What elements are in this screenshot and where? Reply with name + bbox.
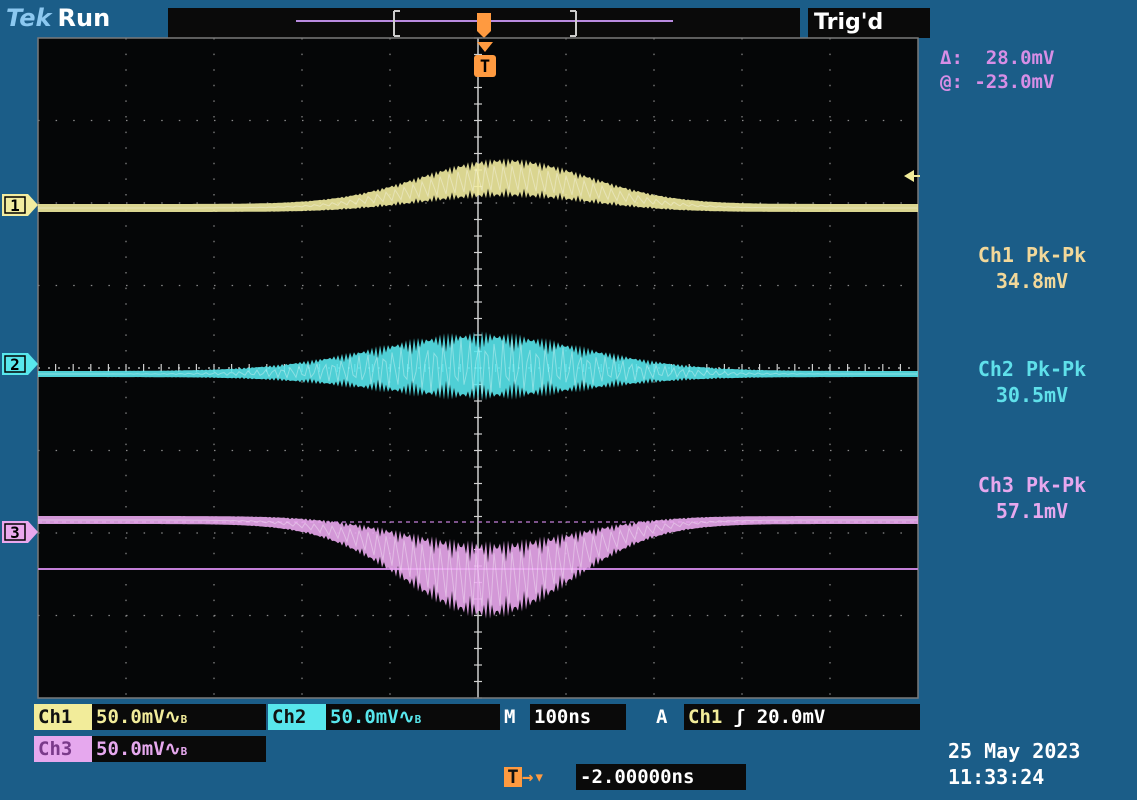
timebase-label: M xyxy=(504,706,516,728)
measurement-ch2[interactable]: Ch2 Pk-Pk 30.5mV xyxy=(932,356,1132,408)
ch3-scale-value: 50.0mV xyxy=(96,738,165,760)
horizontal-position-value[interactable]: -2.00000ns xyxy=(576,764,746,790)
rising-edge-icon: ʃ xyxy=(733,706,746,728)
ch3-scale[interactable]: 50.0mV∿B xyxy=(92,736,266,762)
ch1-scale-value: 50.0mV xyxy=(96,706,165,728)
measurement-value: 30.5mV xyxy=(995,383,1069,407)
channel-marker-label: 2 xyxy=(10,355,20,374)
measurement-value: 34.8mV xyxy=(995,269,1069,293)
readout-panel: Δ: 28.0mV @: -23.0mV Ch1 Pk-Pk 34.8mV Ch… xyxy=(928,38,1137,698)
time-text: 11:33:24 xyxy=(948,765,1045,789)
triangle-down-icon: ▾ xyxy=(533,766,545,788)
at-label: @: xyxy=(940,71,963,93)
measurement-title: Ch2 Pk-Pk xyxy=(977,357,1087,381)
trigger-level: 20.0mV xyxy=(756,706,826,728)
bandwidth-limit-icon: B xyxy=(180,745,188,758)
trigger-position-label: T xyxy=(480,57,490,77)
timebase-value[interactable]: 100ns xyxy=(530,704,626,730)
measurement-ch3[interactable]: Ch3 Pk-Pk 57.1mV xyxy=(932,472,1132,524)
channel-marker-label: 3 xyxy=(10,523,20,542)
measurement-title: Ch1 Pk-Pk xyxy=(977,243,1087,267)
trigger-mode: A xyxy=(656,706,668,728)
at-value: -23.0mV xyxy=(974,71,1055,93)
coupling-icon: ∿ xyxy=(398,706,415,728)
ch2-scale-value: 50.0mV xyxy=(330,706,399,728)
bandwidth-limit-icon: B xyxy=(414,713,422,726)
trigger-point-icon: T xyxy=(504,767,522,787)
coupling-icon: ∿ xyxy=(164,738,181,760)
arrow-right-icon: → xyxy=(522,766,534,788)
delta-label: Δ: xyxy=(940,47,963,69)
ch1-label[interactable]: Ch1 xyxy=(34,704,92,730)
coupling-icon: ∿ xyxy=(164,706,181,728)
delta-value: 28.0mV xyxy=(985,47,1055,69)
ch1-scale[interactable]: 50.0mV∿B xyxy=(92,704,266,730)
channel-marker-label: 1 xyxy=(10,196,20,215)
trigger-source: Ch1 xyxy=(688,706,723,728)
trigger-setup[interactable]: Ch1 ʃ 20.0mV xyxy=(684,704,920,730)
datetime: 25 May 2023 11:33:24 xyxy=(948,738,1080,790)
measurement-title: Ch3 Pk-Pk xyxy=(977,473,1087,497)
horizontal-position-indicator: T →▾ xyxy=(504,764,576,790)
date-text: 25 May 2023 xyxy=(948,739,1081,763)
cursor-readout: Δ: 28.0mV @: -23.0mV xyxy=(940,46,1054,94)
ch2-label[interactable]: Ch2 xyxy=(268,704,326,730)
measurement-value: 57.1mV xyxy=(995,499,1069,523)
ch3-label[interactable]: Ch3 xyxy=(34,736,92,762)
ch2-scale[interactable]: 50.0mV∿B xyxy=(326,704,500,730)
measurement-ch1[interactable]: Ch1 Pk-Pk 34.8mV xyxy=(932,242,1132,294)
bandwidth-limit-icon: B xyxy=(180,713,188,726)
